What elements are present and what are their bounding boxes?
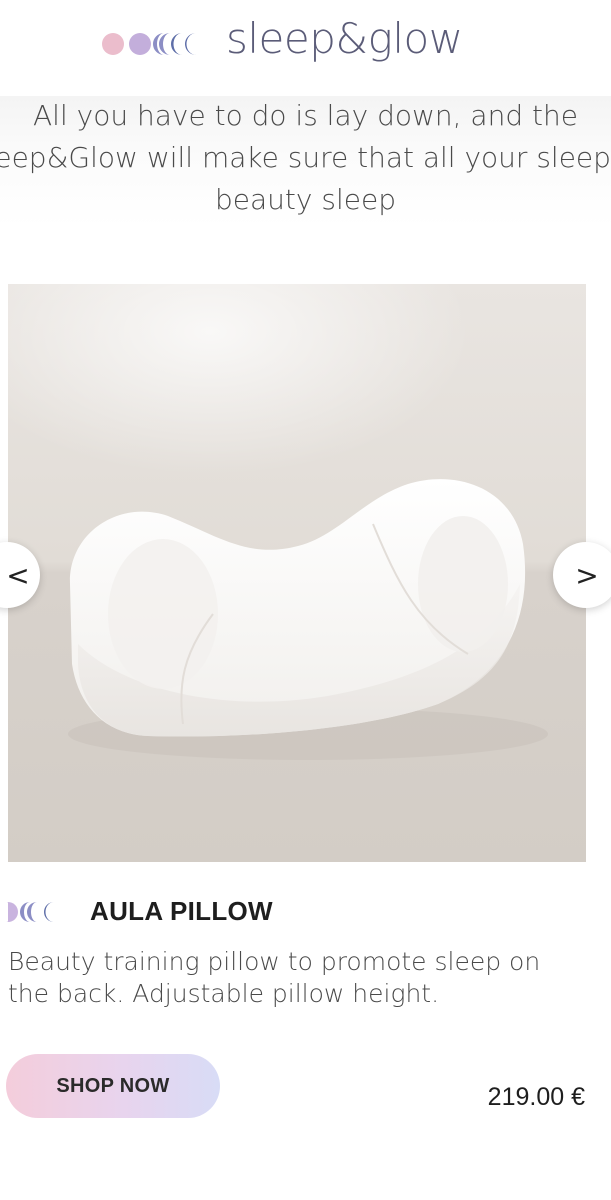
moon-phases-icon xyxy=(6,902,54,922)
product-title-row: AULA PILLOW xyxy=(6,892,606,932)
intro-line-2: Sleep&Glow will make sure that all your … xyxy=(0,141,611,174)
product-price: 219.00 € xyxy=(487,1083,585,1111)
intro-line-3: beauty sleep xyxy=(215,183,396,216)
chevron-right-icon: > xyxy=(575,558,599,592)
carousel-next-button[interactable]: > xyxy=(553,542,611,608)
logo-wordmark[interactable]: sleep&glow xyxy=(226,14,463,63)
product-image xyxy=(8,284,586,862)
product-title[interactable]: AULA PILLOW xyxy=(90,896,273,927)
product-description: Beauty training pillow to promote sleep … xyxy=(8,947,541,1008)
header: sleep&glow xyxy=(0,0,611,92)
intro-line-1: All you have to do is lay down, and the xyxy=(33,99,578,132)
chevron-left-icon: < xyxy=(6,558,30,592)
moon-phases-logo-icon xyxy=(102,33,196,55)
intro-text: All you have to do is lay down, and the … xyxy=(0,96,611,228)
page: sleep&glow All you have to do is lay dow… xyxy=(0,0,611,1200)
pillow-illustration xyxy=(8,284,586,862)
shop-now-button[interactable]: SHOP NOW xyxy=(6,1054,220,1118)
